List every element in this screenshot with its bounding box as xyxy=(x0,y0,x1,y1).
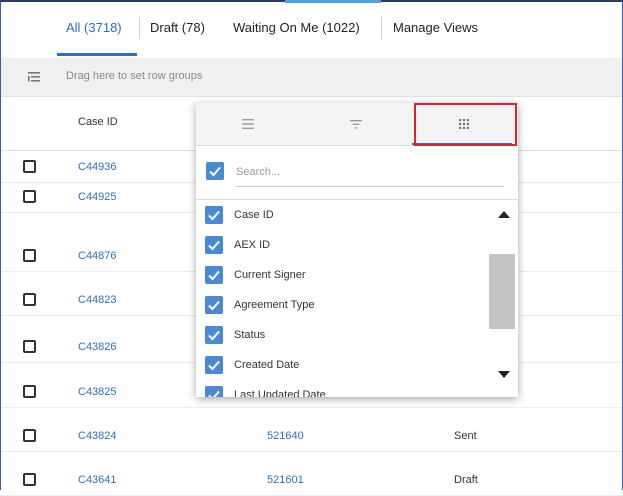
case-id-link[interactable]: C44936 xyxy=(78,161,117,173)
row-checkbox[interactable] xyxy=(23,473,36,486)
tab-draft[interactable]: Draft (78) xyxy=(150,20,205,35)
column-label: Last Updated Date xyxy=(234,389,326,397)
tab-separator xyxy=(381,17,382,39)
aex-id-link[interactable]: 521601 xyxy=(267,474,304,486)
column-item[interactable]: Agreement Type xyxy=(196,292,486,322)
case-id-link[interactable]: C43825 xyxy=(78,386,117,398)
tab-separator xyxy=(139,17,140,39)
row-checkbox[interactable] xyxy=(23,249,36,262)
row-checkbox[interactable] xyxy=(23,340,36,353)
case-id-link[interactable]: C43824 xyxy=(78,430,117,442)
scroll-up-arrow-icon[interactable] xyxy=(498,211,510,218)
aex-id-link[interactable]: 521640 xyxy=(267,430,304,442)
highlight-annotation-box xyxy=(414,103,517,146)
column-checkbox[interactable] xyxy=(205,206,223,224)
column-label: Case ID xyxy=(234,209,274,221)
top-accent-bar xyxy=(285,0,381,3)
row-checkbox[interactable] xyxy=(23,190,36,203)
row-group-bar[interactable]: Drag here to set row groups xyxy=(0,58,623,97)
select-all-checkbox[interactable] xyxy=(206,162,224,180)
case-id-link[interactable]: C44876 xyxy=(78,250,117,262)
status-cell: Sent xyxy=(454,430,477,442)
case-id-link[interactable]: C43826 xyxy=(78,341,117,353)
column-item[interactable]: Case ID xyxy=(196,202,486,232)
column-checkbox[interactable] xyxy=(205,326,223,344)
column-label: Status xyxy=(234,329,266,341)
column-label: AEX ID xyxy=(234,239,271,251)
tab-waiting-on-me[interactable]: Waiting On Me (1022) xyxy=(233,20,360,35)
column-checkbox[interactable] xyxy=(205,386,223,397)
view-tabs: All (3718) Draft (78) Waiting On Me (102… xyxy=(0,0,623,59)
column-menu-panel: Case ID AEX ID Current Signer Agreement … xyxy=(196,103,518,397)
row-group-hint: Drag here to set row groups xyxy=(66,70,203,82)
case-id-link[interactable]: C44925 xyxy=(78,191,117,203)
case-id-link[interactable]: C44823 xyxy=(78,294,117,306)
scrollbar-thumb[interactable] xyxy=(489,254,515,329)
column-item[interactable]: AEX ID xyxy=(196,232,486,262)
row-group-icon xyxy=(28,72,40,82)
column-checkbox[interactable] xyxy=(205,296,223,314)
column-checkbox[interactable] xyxy=(205,356,223,374)
column-checkbox[interactable] xyxy=(205,266,223,284)
column-item[interactable]: Last Updated Date xyxy=(196,382,486,397)
column-list: Case ID AEX ID Current Signer Agreement … xyxy=(196,200,486,397)
column-item[interactable]: Status xyxy=(196,322,486,352)
row-checkbox[interactable] xyxy=(23,293,36,306)
column-label: Current Signer xyxy=(234,269,306,281)
row-checkbox[interactable] xyxy=(23,429,36,442)
column-item[interactable]: Created Date xyxy=(196,352,486,382)
menu-icon[interactable] xyxy=(240,116,256,132)
row-checkbox[interactable] xyxy=(23,385,36,398)
column-label: Agreement Type xyxy=(234,299,315,311)
tab-all[interactable]: All (3718) xyxy=(66,20,122,35)
filter-icon[interactable] xyxy=(348,116,364,132)
column-item[interactable]: Current Signer xyxy=(196,262,486,292)
table-row: C43641 521601 Draft xyxy=(0,465,623,496)
table-row: C43824 521640 Sent xyxy=(0,421,623,452)
scroll-down-arrow-icon[interactable] xyxy=(498,371,510,378)
column-search-input[interactable] xyxy=(236,158,504,187)
active-tab-indicator xyxy=(57,53,137,56)
header-case-id[interactable]: Case ID xyxy=(78,116,118,128)
tab-manage-views[interactable]: Manage Views xyxy=(393,20,478,35)
column-label: Created Date xyxy=(234,359,300,371)
case-id-link[interactable]: C43641 xyxy=(78,474,117,486)
status-cell: Draft xyxy=(454,474,478,486)
column-checkbox[interactable] xyxy=(205,236,223,254)
row-checkbox[interactable] xyxy=(23,160,36,173)
